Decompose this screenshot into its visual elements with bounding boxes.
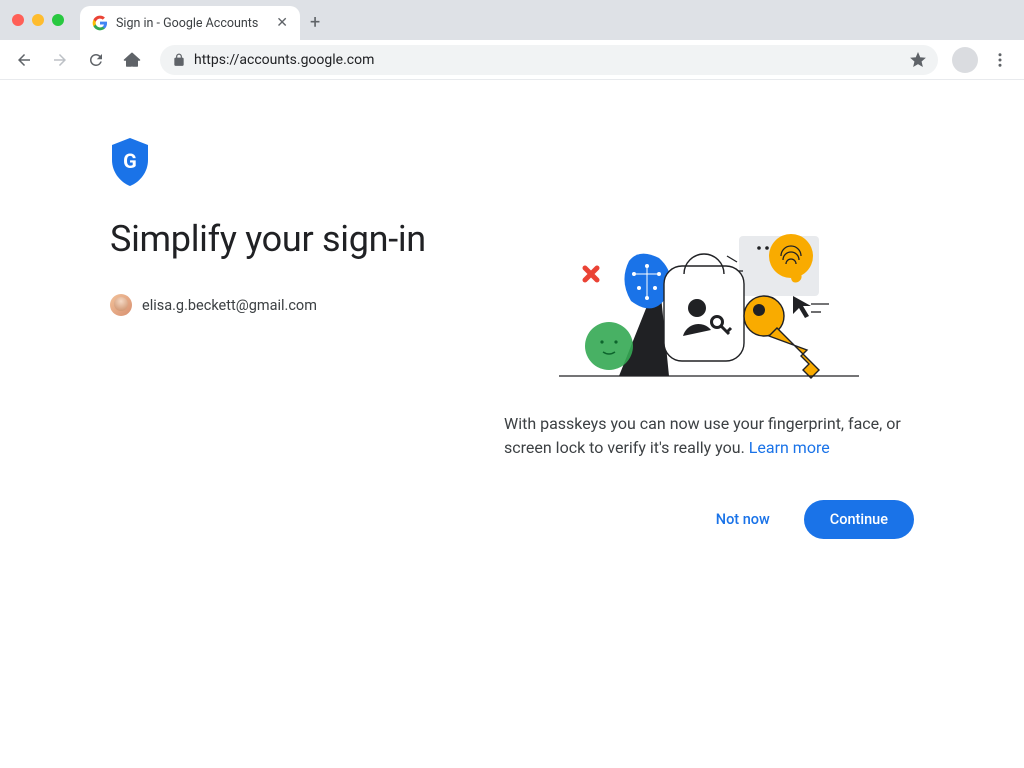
browser-chrome: Sign in - Google Accounts ✕ + https://ac… <box>0 0 1024 80</box>
window-maximize-button[interactable] <box>52 14 64 26</box>
page-content: G Simplify your sign-in elisa.g.beckett@… <box>0 80 1024 539</box>
google-shield-icon: G <box>110 138 150 186</box>
not-now-button[interactable]: Not now <box>706 503 780 536</box>
description-text: With passkeys you can now use your finge… <box>504 412 914 460</box>
browser-titlebar: Sign in - Google Accounts ✕ + <box>0 0 1024 40</box>
browser-tab[interactable]: Sign in - Google Accounts ✕ <box>80 6 300 40</box>
window-close-button[interactable] <box>12 14 24 26</box>
browser-toolbar: https://accounts.google.com <box>0 40 1024 80</box>
user-avatar <box>110 294 132 316</box>
description-body: With passkeys you can now use your finge… <box>504 414 901 457</box>
action-row: Not now Continue <box>504 500 914 539</box>
learn-more-link[interactable]: Learn more <box>749 438 830 457</box>
nav-home-button[interactable] <box>118 46 146 74</box>
window-minimize-button[interactable] <box>32 14 44 26</box>
kebab-menu-icon <box>991 51 1009 69</box>
new-tab-button[interactable]: + <box>310 12 320 33</box>
continue-button[interactable]: Continue <box>804 500 914 539</box>
left-column: G Simplify your sign-in elisa.g.beckett@… <box>110 138 504 539</box>
lock-icon <box>172 53 186 67</box>
arrow-right-icon <box>51 51 69 69</box>
window-controls <box>12 14 64 26</box>
tab-title: Sign in - Google Accounts <box>116 16 268 31</box>
nav-forward-button[interactable] <box>46 46 74 74</box>
page-title: Simplify your sign-in <box>110 218 504 260</box>
reload-icon <box>87 51 105 69</box>
address-bar[interactable]: https://accounts.google.com <box>160 45 938 75</box>
account-email: elisa.g.beckett@gmail.com <box>142 297 317 314</box>
bookmark-star-icon[interactable] <box>910 52 926 68</box>
browser-menu-button[interactable] <box>986 46 1014 74</box>
nav-back-button[interactable] <box>10 46 38 74</box>
right-column: With passkeys you can now use your finge… <box>504 138 914 539</box>
url-text: https://accounts.google.com <box>194 52 902 68</box>
google-favicon <box>92 15 108 31</box>
tab-close-icon[interactable]: ✕ <box>276 15 288 31</box>
home-icon <box>123 51 141 69</box>
arrow-left-icon <box>15 51 33 69</box>
account-indicator: elisa.g.beckett@gmail.com <box>110 294 504 316</box>
profile-avatar-button[interactable] <box>952 47 978 73</box>
passkey-illustration <box>559 226 859 386</box>
svg-text:G: G <box>123 149 137 173</box>
nav-reload-button[interactable] <box>82 46 110 74</box>
